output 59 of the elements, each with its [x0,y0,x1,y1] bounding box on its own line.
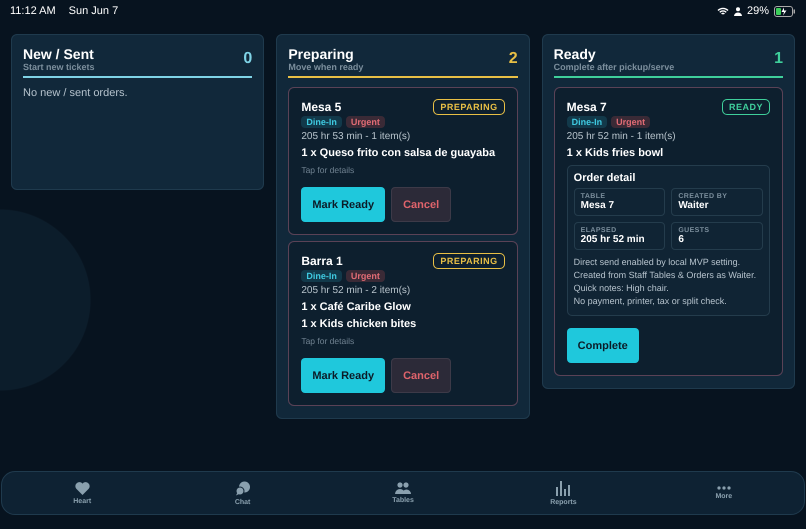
ticket-meta: 205 hr 52 min - 1 item(s) [566,131,677,142]
details-hint: Tap for details [301,165,356,175]
action-button[interactable]: Mark Ready [301,187,386,222]
detail-note: Quick notes: High chair. [574,282,670,295]
ticket-title: Mesa 5 [301,100,342,114]
action-button[interactable]: Complete [566,328,639,363]
status-time: 11:12 AM [10,5,56,17]
tag: Urgent [346,270,385,282]
column-title: New / Sent [23,46,95,62]
action-button[interactable]: Cancel [391,358,452,393]
empty-message: No new / sent orders. [23,87,129,99]
order-ticket[interactable]: Mesa 5 PREPARING Dine-In Urgent 205 hr 53 min - 1 item(s) 1 x Queso frito con salsa de guayaba Tap for details Mark Ready Cancel [288,87,518,235]
tag: Urgent [611,116,650,128]
field-value: Waiter [678,200,710,211]
column-count: 0 [243,50,252,68]
ticket-title: Mesa 7 [566,100,607,114]
status-date: Sun Jun 7 [68,5,118,17]
tag: Dine-In [566,116,608,128]
ticket-meta: 205 hr 53 min - 1 item(s) [301,131,412,142]
ticket-meta: 205 hr 52 min - 2 item(s) [301,285,412,296]
battery-charging-icon [774,6,796,16]
column-subtitle: Start new tickets [23,62,95,72]
people-icon [395,482,412,494]
detail-note: No payment, printer, tax or split check. [574,295,728,308]
detail-title: Order detail [574,172,636,184]
tag: Urgent [346,116,385,128]
chat-icon [234,480,251,496]
column-title: Preparing [288,46,355,62]
status-badge: PREPARING [433,99,505,115]
order-ticket[interactable] [554,87,783,376]
detail-note: Created from Staff Tables & Orders as Waiter. [574,269,758,282]
column-count: 1 [774,50,783,68]
order-item: 1 x Kids fries bowl [566,147,664,159]
tag: Dine-In [301,116,342,128]
action-button[interactable]: Cancel [391,187,452,222]
status-badge: READY [722,99,770,115]
tag: Dine-In [301,270,342,282]
column-title: Ready [554,46,597,62]
column-subtitle: Complete after pickup/serve [554,62,674,72]
action-button[interactable]: Mark Ready [301,358,386,393]
details-hint: Tap for details [301,336,356,346]
bar-chart-icon [556,480,570,496]
order-item: 1 x Café Caribe Glow [301,301,412,313]
field-value: 205 hr 52 min [580,234,646,245]
ticket-title: Barra 1 [301,254,343,268]
column-count: 2 [508,50,518,68]
wifi-icon [716,6,729,16]
status-badge: PREPARING [433,253,505,269]
battery-percent: 29% [746,5,769,17]
field-value: 6 [678,234,685,245]
order-ticket[interactable]: Barra 1 PREPARING Dine-In Urgent 205 hr 52 min - 2 item(s) 1 x Café Caribe Glow 1 x Kids chicken bites Tap for details Mark Ready Cancel [288,241,518,406]
order-item: 1 x Kids chicken bites [301,318,418,330]
field-value: Mesa 7 [580,200,616,211]
heart-icon [74,482,90,494]
person-icon [734,6,742,16]
detail-note: Direct send enabled by local MVP setting. [574,256,742,269]
more-icon [716,486,731,490]
column-subtitle: Move when ready [288,62,364,72]
order-item: 1 x Queso frito con salsa de guayaba [301,147,496,159]
